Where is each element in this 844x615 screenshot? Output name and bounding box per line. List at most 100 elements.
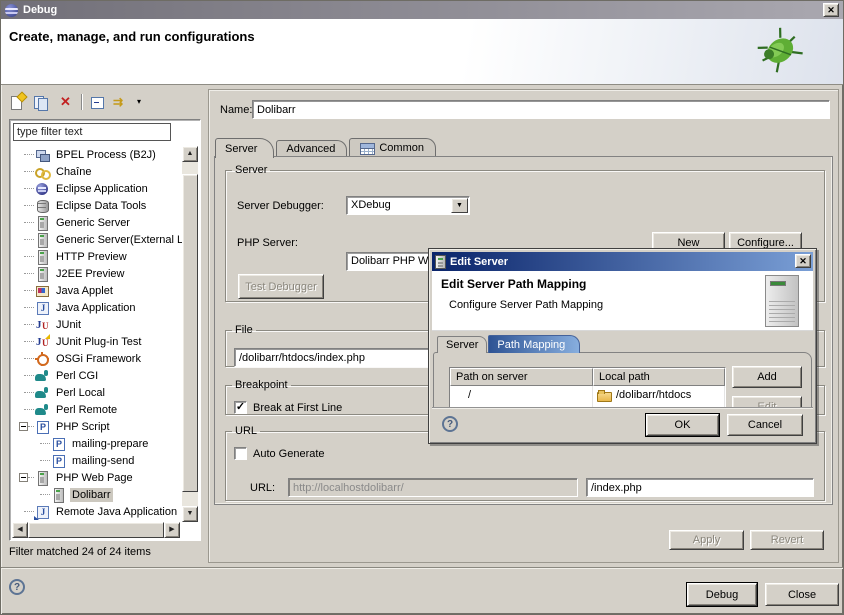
scrollbar-thumb[interactable]: [28, 522, 164, 538]
url-group-legend: URL: [232, 425, 260, 437]
tree-item-perl-local[interactable]: Perl Local: [10, 384, 182, 401]
check-icon: ✓: [236, 402, 245, 413]
file-group-legend: File: [232, 324, 256, 336]
dialog-header: Edit Server Path Mapping Configure Serve…: [432, 271, 813, 331]
tree-item-junit[interactable]: JUnit: [10, 316, 182, 333]
tree-item-mailing-prepare[interactable]: mailing-prepare: [10, 435, 182, 452]
tree-item-osgi-framework[interactable]: OSGi Framework: [10, 350, 182, 367]
column-path-on-server[interactable]: Path on server: [450, 368, 593, 386]
header-banner: Create, manage, and run configurations: [1, 19, 843, 85]
php-icon: [34, 419, 50, 435]
remote-java-icon: [34, 504, 50, 520]
footer-separator: [1, 567, 843, 569]
auto-generate-checkbox[interactable]: [234, 447, 247, 460]
filter-status: Filter matched 24 of 24 items: [9, 546, 151, 558]
eclipse-sphere-icon: [34, 181, 50, 197]
close-button[interactable]: Close: [765, 583, 839, 606]
break-first-line-checkbox[interactable]: ✓: [234, 401, 247, 414]
tree-item-generic-server[interactable]: Generic Server: [10, 214, 182, 231]
tree-item-mailing-send[interactable]: mailing-send: [10, 452, 182, 469]
name-input[interactable]: [252, 100, 830, 119]
tree-item-eclipse-application[interactable]: Eclipse Application: [10, 180, 182, 197]
url-path-input[interactable]: [586, 478, 814, 497]
scroll-left-icon[interactable]: ◀: [12, 522, 28, 538]
window-close-button[interactable]: ✕: [823, 3, 839, 17]
column-local-path[interactable]: Local path: [593, 368, 725, 386]
url-base-input[interactable]: [288, 478, 578, 497]
dialog-tab-path-mapping[interactable]: Path Mapping: [488, 335, 580, 353]
name-label: Name:: [220, 104, 252, 116]
filter-icon[interactable]: ⇉: [113, 94, 130, 110]
target-icon: [34, 351, 50, 367]
dialog-close-button[interactable]: ✕: [795, 254, 811, 268]
collapse-toggle-icon[interactable]: [19, 473, 28, 482]
duplicate-config-icon[interactable]: [33, 94, 50, 110]
title-bar[interactable]: Debug: [1, 1, 843, 19]
ok-button[interactable]: OK: [646, 414, 719, 436]
dialog-footer: ? OK Cancel: [432, 407, 813, 440]
dialog-title-bar[interactable]: Edit Server: [432, 252, 813, 271]
camel-icon: [34, 368, 50, 384]
tab-advanced[interactable]: Advanced: [276, 140, 347, 157]
tab-common[interactable]: Common: [349, 138, 436, 157]
new-config-icon[interactable]: [9, 94, 26, 110]
table-row[interactable]: / /dolibarr/htdocs: [450, 386, 725, 404]
tree-item-php-script[interactable]: PHP Script: [10, 418, 182, 435]
break-first-line-label: Break at First Line: [253, 402, 342, 414]
collapse-all-icon[interactable]: [89, 94, 106, 110]
tree-item-java-applet[interactable]: Java Applet: [10, 282, 182, 299]
tree-item-generic-server-external[interactable]: Generic Server(External La: [10, 231, 182, 248]
tree-item-perl-remote[interactable]: Perl Remote: [10, 401, 182, 418]
scroll-down-icon[interactable]: ▼: [182, 506, 198, 522]
server-debugger-label: Server Debugger:: [237, 200, 324, 212]
server-icon: [34, 266, 50, 282]
tree-item-dolibarr[interactable]: Dolibarr: [10, 486, 182, 503]
computer-icon: [34, 147, 50, 163]
debug-button[interactable]: Debug: [687, 583, 757, 606]
cancel-button[interactable]: Cancel: [727, 414, 803, 436]
config-tree-panel: BPEL Process (B2J) Chaîne Eclipse Applic…: [9, 119, 201, 541]
tree-item-remote-java-application[interactable]: Remote Java Application: [10, 503, 182, 520]
tree-item-java-application[interactable]: Java Application: [10, 299, 182, 316]
php-icon: [50, 453, 66, 469]
delete-config-icon[interactable]: ✕: [57, 94, 74, 110]
filter-input[interactable]: [13, 123, 171, 141]
tree-item-perl-cgi[interactable]: Perl CGI: [10, 367, 182, 384]
tree-item-bpel-process[interactable]: BPEL Process (B2J): [10, 146, 182, 163]
path-on-server-cell: /: [450, 386, 593, 404]
junit-plugin-icon: [34, 334, 50, 350]
tree-horizontal-scrollbar[interactable]: ◀ ▶: [12, 522, 180, 538]
help-icon[interactable]: ?: [9, 579, 25, 595]
server-icon: [34, 470, 50, 486]
test-debugger-button[interactable]: Test Debugger: [238, 274, 324, 299]
tree-item-j2ee-preview[interactable]: J2EE Preview: [10, 265, 182, 282]
dialog-tab-server[interactable]: Server: [437, 336, 487, 353]
dialog-subheading: Configure Server Path Mapping: [449, 299, 603, 311]
tab-server[interactable]: Server: [215, 138, 274, 158]
dialog-help-icon[interactable]: ?: [442, 416, 458, 432]
apply-button[interactable]: Apply: [669, 530, 744, 550]
dropdown-button[interactable]: ▼: [451, 198, 468, 213]
scroll-up-icon[interactable]: ▲: [182, 146, 198, 162]
window-title: Debug: [23, 4, 57, 16]
scroll-right-icon[interactable]: ▶: [164, 522, 180, 538]
toolbar-menu-arrow-icon[interactable]: ▾: [137, 94, 147, 110]
server-icon: [50, 487, 66, 503]
tree-item-eclipse-data-tools[interactable]: Eclipse Data Tools: [10, 197, 182, 214]
add-mapping-button[interactable]: Add: [732, 366, 802, 388]
scrollbar-thumb[interactable]: [182, 174, 198, 492]
collapse-toggle-icon[interactable]: [19, 422, 28, 431]
folder-icon: [597, 389, 612, 401]
config-tabs: Server Advanced Common: [215, 133, 438, 157]
tree-vertical-scrollbar[interactable]: ▲ ▼: [182, 146, 198, 522]
local-path-cell: /dolibarr/htdocs: [593, 386, 725, 404]
tree-item-chaine[interactable]: Chaîne: [10, 163, 182, 180]
debug-window: Debug ✕ Create, manage, and run configur…: [0, 0, 844, 615]
server-icon: [34, 249, 50, 265]
server-debugger-select[interactable]: XDebug ▼: [346, 196, 470, 215]
tree-item-php-web-page[interactable]: PHP Web Page: [10, 469, 182, 486]
eclipse-icon: [5, 4, 18, 17]
tree-item-http-preview[interactable]: HTTP Preview: [10, 248, 182, 265]
tree-item-junit-plugin-test[interactable]: JUnit Plug-in Test: [10, 333, 182, 350]
revert-button[interactable]: Revert: [750, 530, 824, 550]
